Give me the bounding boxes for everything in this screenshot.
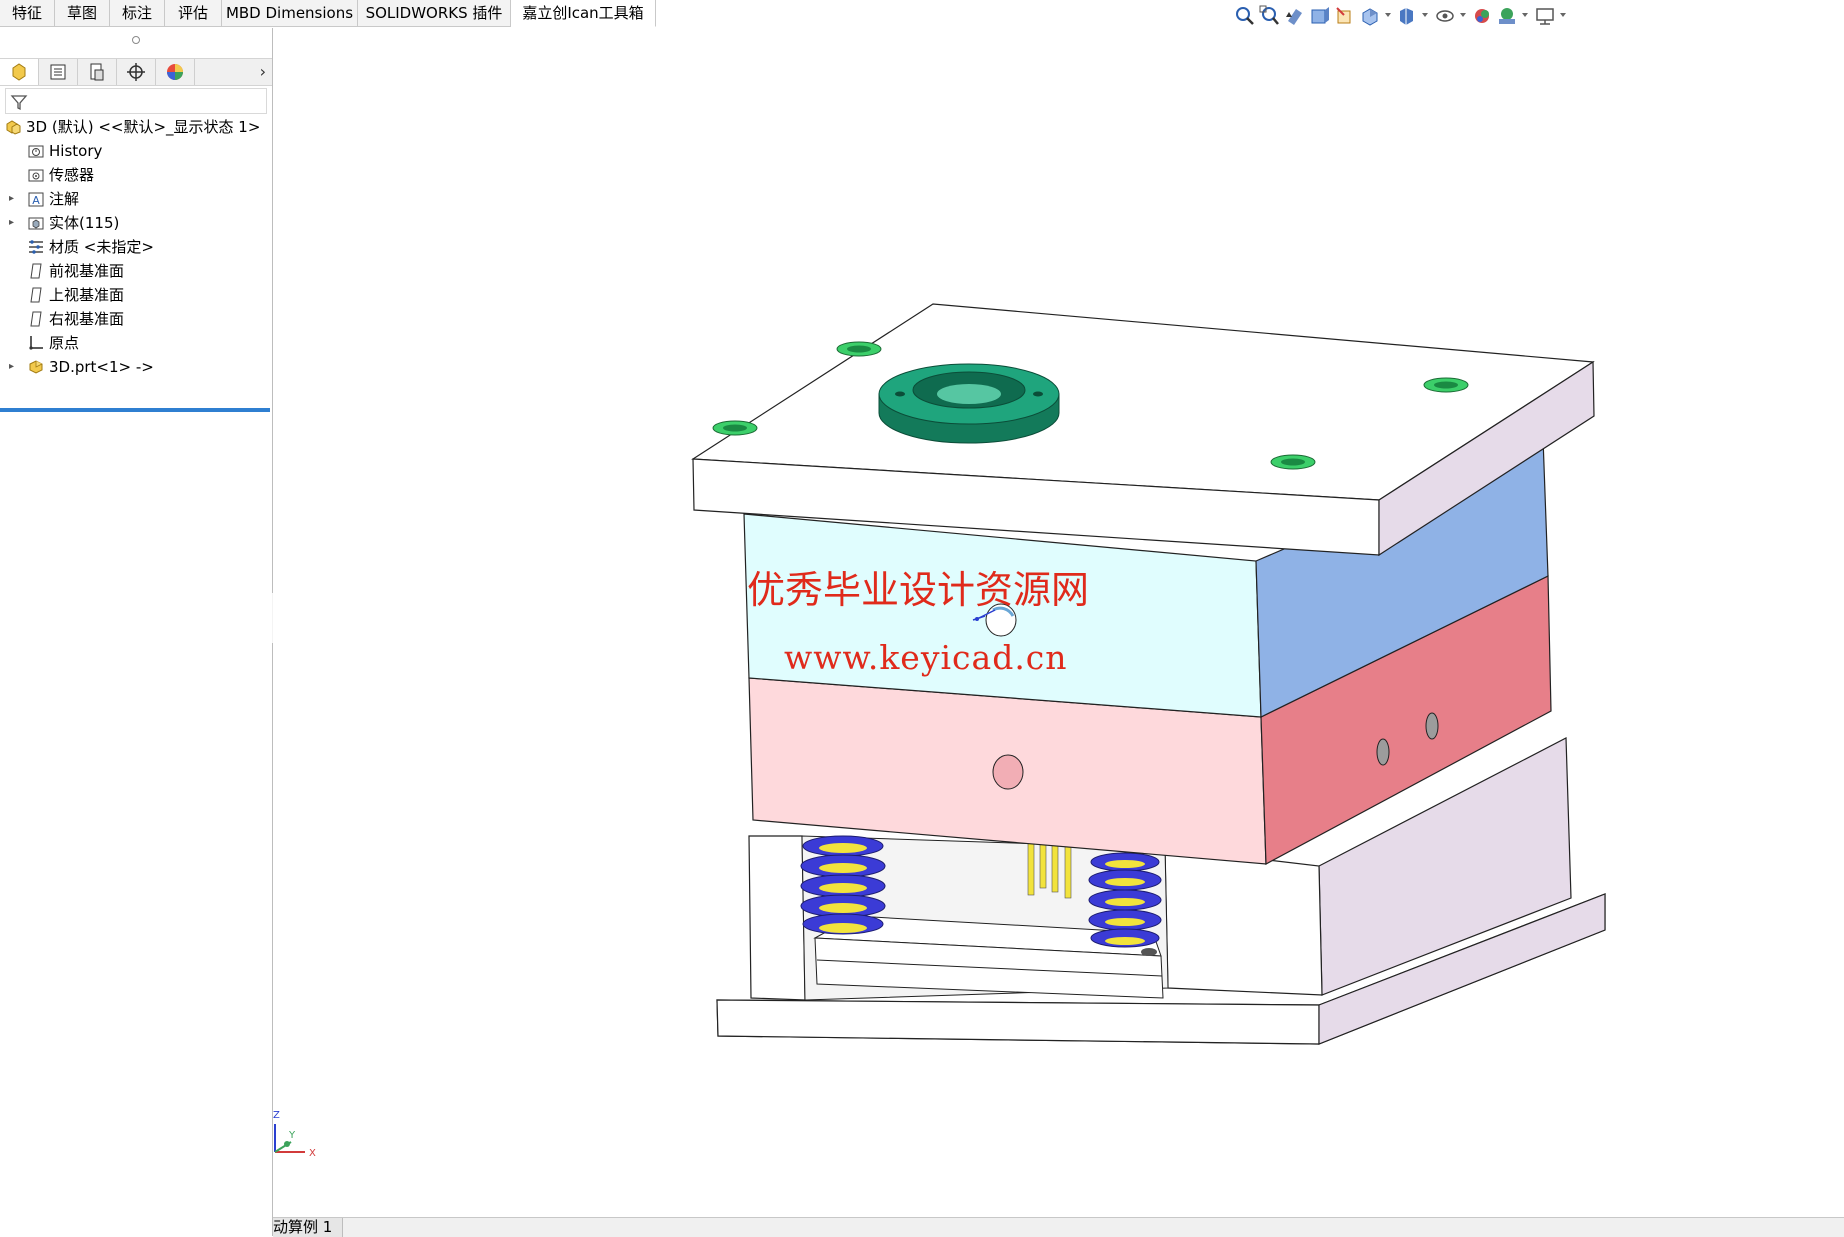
tree-item-origin[interactable]: 原点 <box>0 332 270 354</box>
configurationmanager-tab[interactable] <box>78 59 117 85</box>
tree-item-annotations[interactable]: ▸ A 注解 <box>0 188 270 210</box>
chevron-down-icon[interactable] <box>1385 13 1391 17</box>
core-plate-side-hole-1 <box>1376 738 1390 766</box>
triad-x-label: X <box>309 1148 316 1159</box>
feature-manager-tabs: › <box>0 58 272 86</box>
left-return-spring <box>800 835 886 935</box>
tab-mbd-dimensions[interactable]: MBD Dimensions <box>222 0 358 27</box>
chevron-down-icon[interactable] <box>1422 13 1428 17</box>
propertymanager-icon <box>50 64 66 80</box>
featuremanager-tab[interactable] <box>0 59 39 85</box>
tab-features[interactable]: 特征 <box>0 0 55 27</box>
tab-sketch[interactable]: 草图 <box>55 0 110 27</box>
panel-grip-icon[interactable] <box>132 36 140 44</box>
view-orientation-icon[interactable] <box>1359 5 1381 27</box>
plane-icon <box>30 263 42 279</box>
tree-item-label: 3D.prt<1> -> <box>49 358 154 376</box>
left-support-block <box>748 835 806 1001</box>
guide-bolt-head <box>1141 948 1157 956</box>
displaymanager-icon <box>167 64 183 80</box>
bottom-clamp-plate-front <box>716 999 1320 1045</box>
dimxpert-tab[interactable] <box>117 59 156 85</box>
assembly-icon <box>6 120 21 135</box>
tree-item-label: 上视基准面 <box>49 286 125 304</box>
rollback-bar[interactable] <box>0 408 270 412</box>
tree-item-solid-bodies[interactable]: ▸ 实体(115) <box>0 212 270 234</box>
dynamic-annotation-icon[interactable] <box>1334 5 1356 27</box>
apply-scene-icon[interactable] <box>1496 5 1518 27</box>
locating-ring <box>878 363 1060 444</box>
expand-arrow-icon[interactable]: ▸ <box>9 188 14 210</box>
configurationmanager-icon <box>90 63 104 81</box>
tree-item-history[interactable]: History <box>0 140 270 162</box>
chevron-down-icon[interactable] <box>1522 13 1528 17</box>
material-icon <box>29 240 43 254</box>
tree-item-front-plane[interactable]: 前视基准面 <box>0 260 270 282</box>
tab-solidworks-addins[interactable]: SOLIDWORKS 插件 <box>358 0 511 27</box>
section-view-icon[interactable] <box>1309 5 1331 27</box>
tree-item-label: 右视基准面 <box>49 310 125 328</box>
solid-bodies-icon <box>28 217 44 230</box>
tree-item-label: 传感器 <box>49 166 95 184</box>
svg-text:A: A <box>32 194 40 207</box>
tree-item-part[interactable]: ▸ 3D.prt<1> -> <box>0 356 270 378</box>
tab-lcsc-ican-toolbox[interactable]: 嘉立创Ican工具箱 <box>511 0 656 27</box>
tree-item-top-plane[interactable]: 上视基准面 <box>0 284 270 306</box>
watermark-title: 优秀毕业设计资源网 <box>747 568 1090 612</box>
plane-icon <box>30 311 42 327</box>
zoom-to-fit-icon[interactable] <box>1234 5 1256 27</box>
chevron-down-icon[interactable] <box>1460 13 1466 17</box>
coordinate-triad: Z Y X <box>273 1110 316 1159</box>
triad-y-label: Y <box>288 1130 296 1141</box>
tree-item-label: 实体(115) <box>49 214 120 232</box>
plane-icon <box>30 287 42 303</box>
display-style-icon[interactable] <box>1396 5 1418 27</box>
right-support-block <box>1164 847 1323 996</box>
triad-z-label: Z <box>273 1110 280 1121</box>
featuremanager-icon <box>12 63 26 81</box>
tree-item-right-plane[interactable]: 右视基准面 <box>0 308 270 330</box>
tree-item-sensors[interactable]: 传感器 <box>0 164 270 186</box>
tree-item-assembly-root[interactable]: 3D (默认) <<默认>_显示状态 1> <box>0 116 270 138</box>
sensor-folder-icon <box>28 169 44 182</box>
propertymanager-tab[interactable] <box>39 59 78 85</box>
heads-up-view-toolbar <box>1234 3 1614 29</box>
model-tabs-bar: 动算例 1 <box>273 1217 1844 1237</box>
zoom-to-area-icon[interactable] <box>1259 5 1281 27</box>
previous-view-icon[interactable] <box>1284 5 1306 27</box>
edit-appearance-icon[interactable] <box>1472 5 1494 27</box>
expand-arrow-icon[interactable]: ▸ <box>9 212 14 234</box>
right-return-spring <box>1088 852 1162 948</box>
mold-assembly-model[interactable]: Z Y X <box>273 28 1844 1216</box>
tab-evaluate[interactable]: 评估 <box>165 0 222 27</box>
hide-show-items-icon[interactable] <box>1434 5 1456 27</box>
tab-markup[interactable]: 标注 <box>110 0 165 27</box>
more-tabs-chevron-icon[interactable]: › <box>260 62 266 81</box>
part-icon <box>29 360 43 374</box>
tree-item-label: History <box>49 142 103 160</box>
feature-tree-filter[interactable] <box>5 88 267 114</box>
origin-icon <box>29 336 43 350</box>
tree-item-label: 前视基准面 <box>49 262 125 280</box>
tab-motion-study-1[interactable]: 动算例 1 <box>273 1218 344 1237</box>
watermark-url: www.keyicad.cn <box>784 638 1068 677</box>
core-plate-front-hole <box>992 754 1024 790</box>
annotations-icon: A <box>28 192 44 207</box>
feature-manager-panel: › 3D (默认) <<默认>_显示状态 1> History 传感器 ▸ A … <box>0 28 273 1236</box>
tree-item-label: 原点 <box>49 334 80 352</box>
history-icon <box>28 145 44 158</box>
graphics-area[interactable]: Z Y X 优秀毕业设计资源网 www.keyicad.cn <box>273 28 1844 1216</box>
chevron-down-icon[interactable] <box>1560 13 1566 17</box>
dimxpert-icon <box>127 63 145 81</box>
tree-item-label: 注解 <box>49 190 80 208</box>
displaymanager-tab[interactable] <box>156 59 195 85</box>
tree-item-label: 材质 <未指定> <box>49 238 154 256</box>
view-settings-icon[interactable] <box>1534 5 1556 27</box>
tree-item-label: 3D (默认) <<默认>_显示状态 1> <box>26 118 261 136</box>
filter-icon <box>10 95 28 111</box>
expand-arrow-icon[interactable]: ▸ <box>9 356 14 378</box>
core-plate-side-hole-2 <box>1425 712 1439 740</box>
tree-item-material[interactable]: 材质 <未指定> <box>0 236 270 258</box>
